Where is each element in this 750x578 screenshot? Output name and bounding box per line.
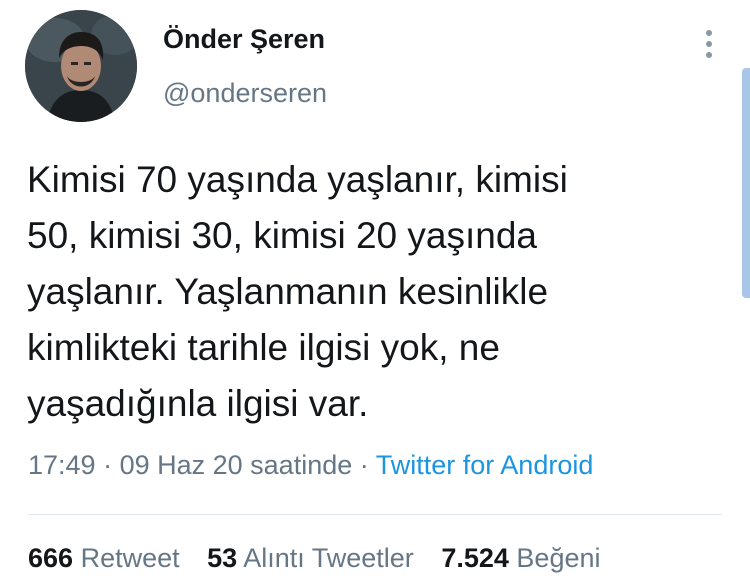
tweet-text: Kimisi 70 yaşında yaşlanır, kimisi 50, k…: [27, 152, 727, 432]
tweet-text-line: kimlikteki tarihle ilgisi yok, ne: [27, 327, 500, 368]
tweet-text-line: 50, kimisi 30, kimisi 20 yaşında: [27, 215, 537, 256]
like-count-label: Beğeni: [516, 543, 601, 573]
scrollbar[interactable]: [742, 68, 750, 298]
avatar-photo: [25, 10, 137, 122]
more-vertical-icon[interactable]: [700, 28, 718, 60]
tweet-date[interactable]: 09 Haz 20 saatinde: [120, 450, 353, 480]
divider: [28, 514, 722, 515]
quote-count-label: Alıntı Tweetler: [243, 543, 414, 573]
quote-count-number: 53: [207, 543, 238, 573]
retweet-count[interactable]: 666 Retweet: [28, 543, 180, 574]
user-handle[interactable]: @onderseren: [163, 78, 327, 109]
tweet-text-line: yaşadığınla ilgisi var.: [27, 383, 369, 424]
tweet-stats: 666 Retweet 53 Alıntı Tweetler 7.524 Beğ…: [28, 543, 621, 574]
meta-separator: ·: [95, 450, 120, 480]
tweet-meta: 17:49 · 09 Haz 20 saatinde · Twitter for…: [28, 450, 593, 481]
like-count[interactable]: 7.524 Beğeni: [441, 543, 600, 574]
tweet-source-link[interactable]: Twitter for Android: [376, 450, 594, 480]
tweet-text-line: yaşlanır. Yaşlanmanın kesinlikle: [27, 271, 549, 312]
meta-separator: ·: [352, 450, 376, 480]
tweet-card: Önder Şeren @onderseren Kimisi 70 yaşınd…: [0, 0, 750, 578]
display-name[interactable]: Önder Şeren: [163, 24, 325, 55]
retweet-count-number: 666: [28, 543, 74, 573]
like-count-number: 7.524: [441, 543, 509, 573]
tweet-time[interactable]: 17:49: [28, 450, 96, 480]
avatar[interactable]: [25, 10, 137, 122]
retweet-count-label: Retweet: [80, 543, 180, 573]
tweet-text-line: Kimisi 70 yaşında yaşlanır, kimisi: [27, 159, 568, 200]
quote-count[interactable]: 53 Alıntı Tweetler: [207, 543, 414, 574]
